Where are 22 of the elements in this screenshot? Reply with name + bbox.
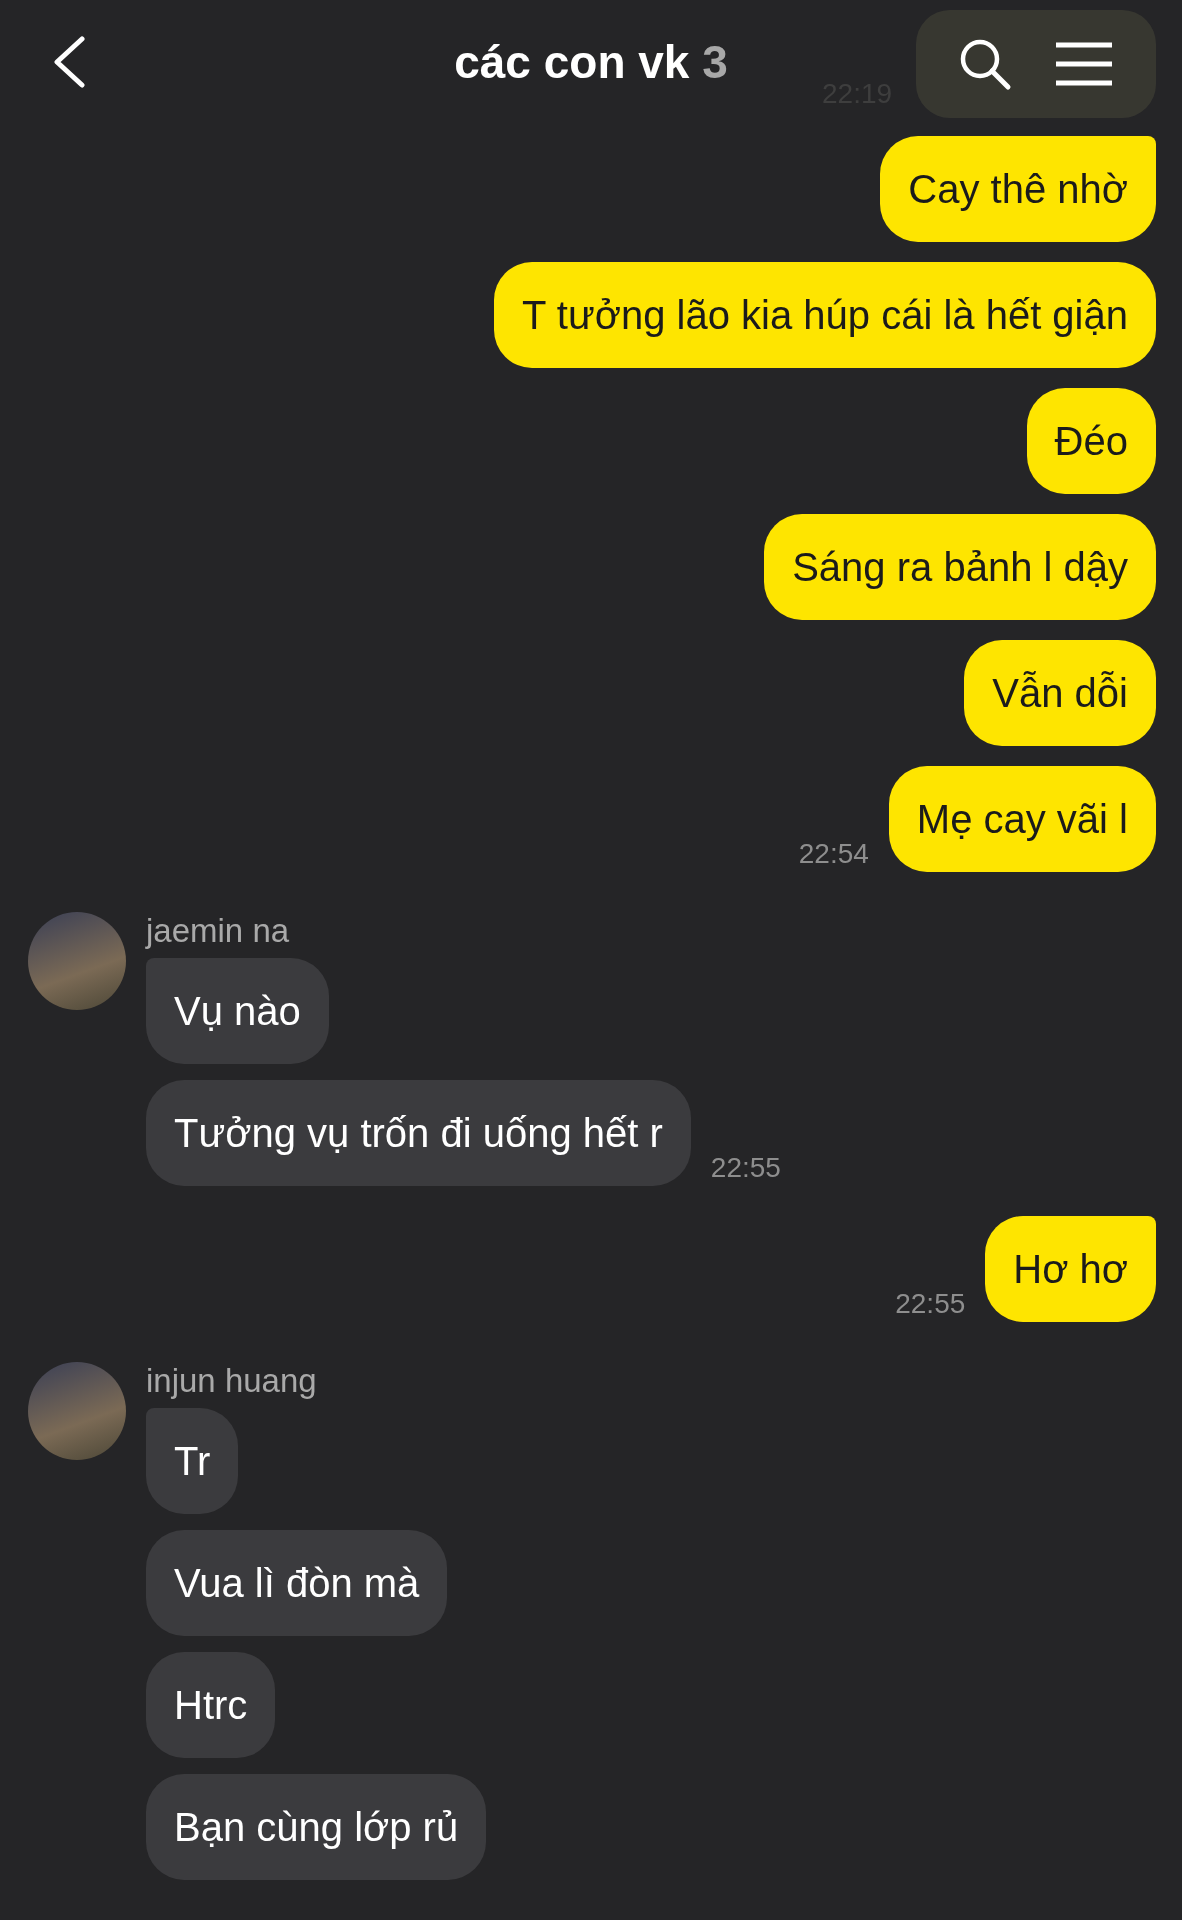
sender-name: injun huang [146, 1362, 318, 1400]
message-time: 22:54 [798, 838, 869, 870]
message-bubble: Cay thê nhờ [880, 136, 1156, 242]
message-bubble: Mẹ cay vãi l [888, 766, 1156, 872]
message-time: 22:55 [710, 1152, 781, 1184]
menu-button[interactable] [1054, 41, 1114, 87]
chat-title: các con vk 3 [454, 35, 728, 89]
search-button[interactable] [958, 37, 1012, 91]
message-time: 22:55 [895, 1288, 966, 1320]
message-bubble: Sáng ra bảnh l dậy [764, 514, 1156, 620]
message-bubble: Tr [146, 1408, 239, 1514]
message-bubble: Bạn cùng lớp rủ [146, 1774, 487, 1880]
message-bubble: Htrc [146, 1652, 276, 1758]
back-button[interactable] [52, 36, 86, 88]
message-bubble: Vụ nào [146, 958, 329, 1064]
message-bubble: Vẫn dỗi [964, 640, 1156, 746]
message-bubble: Vua lì đòn mà [146, 1530, 448, 1636]
message-bubble: Hơ hơ [985, 1216, 1156, 1322]
message-bubble: Tưởng vụ trốn đi uống hết r [146, 1080, 691, 1186]
message-bubble: Đéo [1026, 388, 1156, 494]
message-bubble: T tưởng lão kia húp cái là hết giận [494, 262, 1156, 368]
sender-name: jaemin na [146, 912, 291, 950]
